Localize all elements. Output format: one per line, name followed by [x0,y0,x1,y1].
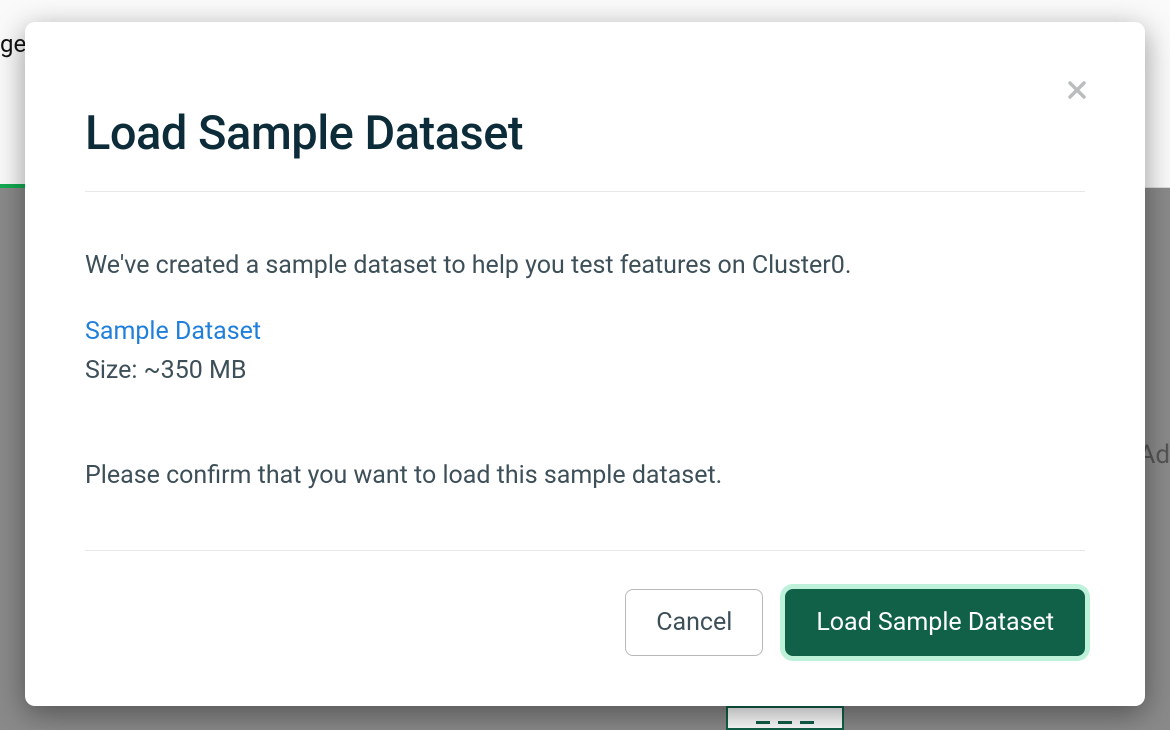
confirm-text: Please confirm that you want to load thi… [85,461,1085,490]
sample-dataset-link[interactable]: Sample Dataset [85,317,1085,346]
background-text-fragment: ge [0,30,26,58]
divider [85,191,1085,192]
close-icon [1065,78,1089,102]
divider [85,550,1085,551]
size-text: Size: ~350 MB [85,356,1085,385]
modal-title: Load Sample Dataset [85,106,1085,161]
close-button[interactable] [1059,72,1095,108]
intro-text: We've created a sample dataset to help y… [85,248,1085,283]
modal-footer: Cancel Load Sample Dataset [85,550,1085,666]
load-sample-dataset-button[interactable]: Load Sample Dataset [785,589,1085,656]
background-widget [726,706,844,730]
load-sample-dataset-modal: Load Sample Dataset We've created a samp… [25,22,1145,706]
button-row: Cancel Load Sample Dataset [85,589,1085,666]
cancel-button[interactable]: Cancel [625,589,763,656]
